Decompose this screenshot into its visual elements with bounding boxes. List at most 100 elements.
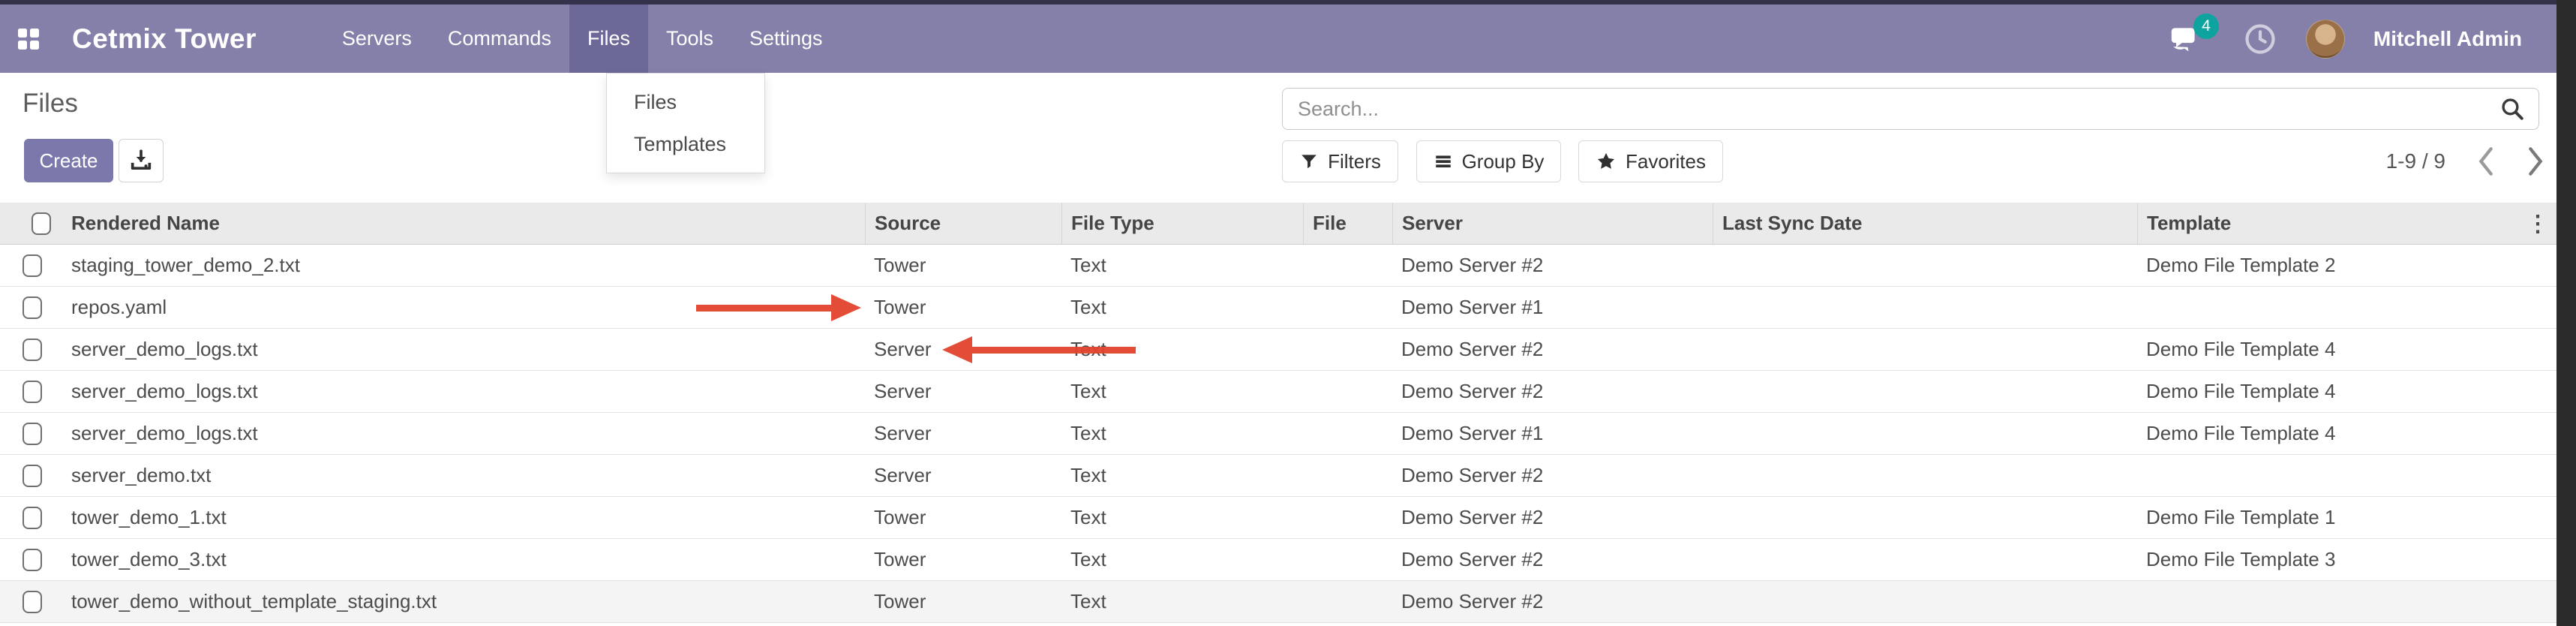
cell-last-sync-date (1713, 455, 2137, 496)
cell-file-type: Text (1061, 245, 1303, 286)
cell-rendered-name: server_demo_logs.txt (64, 329, 865, 370)
column-header-server[interactable]: Server (1392, 203, 1713, 244)
table-row[interactable]: staging_tower_demo_2.txtTowerTextDemo Se… (0, 245, 2556, 287)
pager-next-button[interactable] (2520, 144, 2550, 179)
annotation-arrow-left (942, 336, 1136, 363)
cell-last-sync-date (1713, 497, 2137, 538)
group-by-button[interactable]: Group By (1416, 140, 1561, 182)
export-button[interactable] (119, 139, 164, 182)
user-name[interactable]: Mitchell Admin (2373, 27, 2522, 51)
cell-last-sync-date (1713, 287, 2137, 328)
messages-button[interactable]: 4 (2165, 20, 2204, 59)
cell-source: Server (865, 413, 1061, 454)
cell-last-sync-date (1713, 539, 2137, 580)
column-header-template[interactable]: Template (2137, 203, 2556, 244)
search-icon (2499, 96, 2525, 122)
filters-button[interactable]: Filters (1282, 140, 1398, 182)
cell-server: Demo Server #2 (1392, 455, 1713, 496)
table-row[interactable]: repos.yamlTowerTextDemo Server #1 (0, 287, 2556, 329)
user-avatar[interactable] (2306, 20, 2345, 59)
page-title: Files (23, 89, 78, 119)
column-header-source[interactable]: Source (865, 203, 1061, 244)
row-checkbox[interactable] (23, 254, 42, 277)
cell-source: Server (865, 371, 1061, 412)
activities-button[interactable] (2243, 22, 2277, 56)
search-submit[interactable] (2486, 89, 2538, 129)
pager-prev-button[interactable] (2471, 144, 2501, 179)
cell-template (2137, 455, 2556, 496)
cell-last-sync-date (1713, 371, 2137, 412)
cell-last-sync-date (1713, 245, 2137, 286)
row-checkbox-cell (0, 497, 64, 538)
cell-file (1303, 413, 1392, 454)
row-checkbox[interactable] (23, 507, 42, 529)
dropdown-item-files[interactable]: Files (607, 81, 764, 123)
cell-rendered-name: tower_demo_3.txt (64, 539, 865, 580)
cell-file (1303, 497, 1392, 538)
app-brand-title: Cetmix Tower (72, 23, 257, 55)
nav-item-files[interactable]: Files (569, 5, 648, 73)
row-checkbox[interactable] (23, 465, 42, 487)
table-row[interactable]: server_demo.txtServerTextDemo Server #2 (0, 455, 2556, 497)
cell-server: Demo Server #1 (1392, 287, 1713, 328)
cell-file (1303, 455, 1392, 496)
app-window: Cetmix Tower ServersCommandsFilesToolsSe… (0, 0, 2576, 626)
star-icon (1596, 151, 1617, 172)
row-checkbox[interactable] (23, 423, 42, 445)
main-menu: ServersCommandsFilesToolsSettings (324, 5, 841, 73)
cell-template: Demo File Template 3 (2137, 539, 2556, 580)
table-row[interactable]: tower_demo_1.txtTowerTextDemo Server #2D… (0, 497, 2556, 539)
cell-file-type: Text (1061, 287, 1303, 328)
files-list-table: Rendered Name Source File Type File Serv… (0, 203, 2556, 623)
favorites-button[interactable]: Favorites (1578, 140, 1723, 182)
cell-file-type: Text (1061, 539, 1303, 580)
column-options-icon[interactable]: ⋮ (2526, 203, 2549, 245)
filters-label: Filters (1328, 150, 1381, 173)
cell-last-sync-date (1713, 413, 2137, 454)
row-checkbox[interactable] (23, 296, 42, 319)
cell-rendered-name: staging_tower_demo_2.txt (64, 245, 865, 286)
search-bar (1282, 88, 2539, 130)
column-header-file-type[interactable]: File Type (1061, 203, 1303, 244)
cell-file (1303, 371, 1392, 412)
navbar: Cetmix Tower ServersCommandsFilesToolsSe… (0, 5, 2556, 73)
pager-range: 1-9 / 9 (2386, 149, 2445, 173)
row-checkbox-cell (0, 581, 64, 622)
row-checkbox-cell (0, 329, 64, 370)
row-checkbox[interactable] (23, 591, 42, 613)
cell-source: Tower (865, 287, 1061, 328)
column-header-last-sync-date[interactable]: Last Sync Date (1713, 203, 2137, 244)
nav-item-tools[interactable]: Tools (648, 5, 731, 73)
row-checkbox[interactable] (23, 339, 42, 361)
chevron-right-icon (2526, 146, 2545, 176)
messages-count-badge: 4 (2193, 14, 2219, 39)
table-row[interactable]: tower_demo_3.txtTowerTextDemo Server #2D… (0, 539, 2556, 581)
cell-file (1303, 581, 1392, 622)
navbar-right: 4 Mitchell Admin (2165, 20, 2556, 59)
cell-template: Demo File Template 4 (2137, 413, 2556, 454)
apps-menu-button[interactable] (6, 5, 51, 73)
cell-template: Demo File Template 1 (2137, 497, 2556, 538)
select-all-checkbox[interactable] (32, 212, 51, 235)
search-input[interactable] (1283, 98, 2486, 121)
cell-template (2137, 287, 2556, 328)
select-all-cell (0, 203, 64, 244)
table-row[interactable]: server_demo_logs.txtServerTextDemo Serve… (0, 329, 2556, 371)
dropdown-item-templates[interactable]: Templates (607, 123, 764, 165)
group-by-icon (1434, 152, 1453, 171)
table-row[interactable]: tower_demo_without_template_staging.txtT… (0, 581, 2556, 623)
create-button[interactable]: Create (24, 139, 113, 182)
row-checkbox[interactable] (23, 549, 42, 571)
table-row[interactable]: server_demo_logs.txtServerTextDemo Serve… (0, 413, 2556, 455)
nav-item-commands[interactable]: Commands (430, 5, 569, 73)
row-checkbox[interactable] (23, 381, 42, 403)
cell-file-type: Text (1061, 413, 1303, 454)
column-header-rendered-name[interactable]: Rendered Name (64, 203, 865, 244)
nav-item-servers[interactable]: Servers (324, 5, 430, 73)
favorites-label: Favorites (1626, 150, 1706, 173)
column-header-file[interactable]: File (1303, 203, 1392, 244)
cell-rendered-name: server_demo.txt (64, 455, 865, 496)
table-row[interactable]: server_demo_logs.txtServerTextDemo Serve… (0, 371, 2556, 413)
cell-source: Server (865, 455, 1061, 496)
nav-item-settings[interactable]: Settings (731, 5, 841, 73)
